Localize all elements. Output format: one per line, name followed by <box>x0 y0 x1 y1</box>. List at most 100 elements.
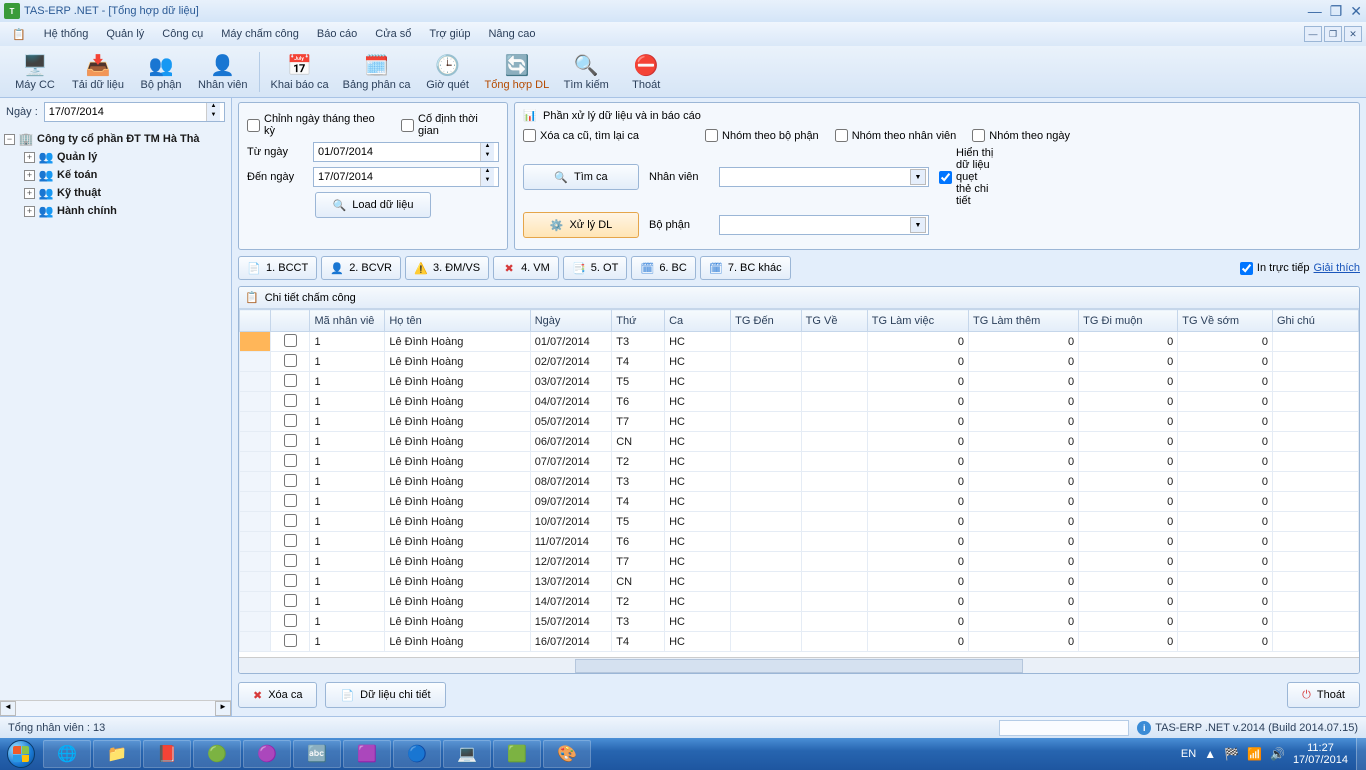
mdi-close-icon[interactable]: ✕ <box>1344 26 1362 42</box>
table-row[interactable]: 1Lê Đình Hoàng05/07/2014T7HC0000 <box>240 412 1359 432</box>
lang-indicator[interactable]: EN <box>1181 748 1196 760</box>
chk-kyngay[interactable]: Chỉnh ngày tháng theo kỳ <box>247 113 385 137</box>
table-row[interactable]: 1Lê Đình Hoàng06/07/2014CNHC0000 <box>240 432 1359 452</box>
expand-icon[interactable]: + <box>24 152 35 163</box>
tree-node-Kỹ thuật[interactable]: +👥Kỹ thuật <box>22 184 229 202</box>
toolbtn-Giờ quét[interactable]: 🕒Giờ quét <box>419 50 477 93</box>
thoat-button[interactable]: ⏻ Thoát <box>1287 682 1360 708</box>
toolbtn-Khai báo ca[interactable]: 📅Khai báo ca <box>265 50 335 93</box>
table-row[interactable]: 1Lê Đình Hoàng13/07/2014CNHC0000 <box>240 572 1359 592</box>
col-4[interactable]: Ngày <box>530 310 612 332</box>
taskbar-app[interactable]: 📕 <box>143 740 191 768</box>
minimize-icon[interactable]: — <box>1308 3 1322 20</box>
toolbtn-Tổng hợp DL[interactable]: 🔄Tổng hợp DL <box>479 50 556 93</box>
chi-tiet-button[interactable]: 📄 Dữ liệu chi tiết <box>325 682 445 708</box>
table-row[interactable]: 1Lê Đình Hoàng15/07/2014T3HC0000 <box>240 612 1359 632</box>
to-date-input[interactable]: 17/07/2014 ▲▼ <box>313 167 499 187</box>
row-checkbox[interactable] <box>284 574 297 587</box>
table-row[interactable]: 1Lê Đình Hoàng07/07/2014T2HC0000 <box>240 452 1359 472</box>
col-0[interactable] <box>240 310 271 332</box>
table-row[interactable]: 1Lê Đình Hoàng16/07/2014T4HC0000 <box>240 632 1359 652</box>
col-1[interactable] <box>270 310 310 332</box>
sidebar-hscroll[interactable]: ◄► <box>0 700 231 716</box>
tab-1. BCCT[interactable]: 📄1. BCCT <box>238 256 317 280</box>
taskbar-app[interactable]: 🟣 <box>243 740 291 768</box>
tab-6. BC[interactable]: 🗓6. BC <box>631 256 696 280</box>
chk-nhom-nv[interactable]: Nhóm theo nhân viên <box>835 129 957 142</box>
collapse-icon[interactable]: − <box>4 134 15 145</box>
toolbtn-Nhân viên[interactable]: 👤Nhân viên <box>192 50 254 93</box>
grid-hscrollbar[interactable] <box>239 657 1359 673</box>
xoa-ca-button[interactable]: ✖ Xóa ca <box>238 682 317 708</box>
row-checkbox[interactable] <box>284 614 297 627</box>
load-data-button[interactable]: 🔍 Load dữ liệu <box>315 192 431 218</box>
toolbtn-Bộ phận[interactable]: 👥Bộ phận <box>132 50 190 93</box>
tab-4. VM[interactable]: ✖4. VM <box>493 256 559 280</box>
table-row[interactable]: 1Lê Đình Hoàng09/07/2014T4HC0000 <box>240 492 1359 512</box>
table-row[interactable]: 1Lê Đình Hoàng08/07/2014T3HC0000 <box>240 472 1359 492</box>
tim-ca-button[interactable]: 🔍 Tìm ca <box>523 164 639 190</box>
col-7[interactable]: TG Đến <box>731 310 801 332</box>
row-checkbox[interactable] <box>284 634 297 647</box>
taskbar-app[interactable]: 🎨 <box>543 740 591 768</box>
menu-Trợ giúp[interactable]: Trợ giúp <box>421 25 478 43</box>
taskbar-app[interactable]: 🟩 <box>493 740 541 768</box>
col-12[interactable]: TG Về sớm <box>1178 310 1273 332</box>
chk-codinh[interactable]: Cố định thời gian <box>401 113 499 137</box>
nhan-vien-combo[interactable]: ▼ <box>719 167 929 187</box>
toolbtn-Thoát[interactable]: ⛔Thoát <box>617 50 675 93</box>
dropdown-icon[interactable]: ▼ <box>910 217 926 233</box>
dropdown-icon[interactable]: ▼ <box>910 169 926 185</box>
flag-icon[interactable]: 🏁 <box>1224 747 1239 761</box>
grid-scroll[interactable]: Mã nhân viêHọ tênNgàyThứCaTG ĐếnTG VềTG … <box>239 309 1359 657</box>
mdi-min-icon[interactable]: — <box>1304 26 1322 42</box>
tree-node-Kế toán[interactable]: +👥Kế toán <box>22 166 229 184</box>
spin-up-icon[interactable]: ▲ <box>206 103 220 112</box>
col-11[interactable]: TG Đi muộn <box>1079 310 1178 332</box>
chk-xoa-ca[interactable]: Xóa ca cũ, tìm lại ca <box>523 129 639 142</box>
menu-Công cụ[interactable]: Công cụ <box>154 25 211 43</box>
col-5[interactable]: Thứ <box>612 310 665 332</box>
table-row[interactable]: 1Lê Đình Hoàng14/07/2014T2HC0000 <box>240 592 1359 612</box>
menu-Hệ thống[interactable]: Hệ thống <box>36 25 97 43</box>
tray-up-icon[interactable]: ▲ <box>1204 747 1216 761</box>
row-checkbox[interactable] <box>284 334 297 347</box>
toolbtn-Máy CC[interactable]: 🖥️Máy CC <box>6 50 64 93</box>
chk-print[interactable]: In trực tiếp <box>1240 262 1310 275</box>
volume-icon[interactable]: 🔊 <box>1270 747 1285 761</box>
help-link[interactable]: Giải thích <box>1314 262 1360 274</box>
menu-Quản lý[interactable]: Quản lý <box>98 25 152 43</box>
col-9[interactable]: TG Làm việc <box>867 310 968 332</box>
chk-nhom-bp[interactable]: Nhóm theo bộ phận <box>705 129 819 142</box>
taskbar-app[interactable]: 🌐 <box>43 740 91 768</box>
row-checkbox[interactable] <box>284 434 297 447</box>
taskbar-app[interactable]: 📁 <box>93 740 141 768</box>
menu-Máy chấm công[interactable]: Máy chấm công <box>213 25 307 43</box>
row-checkbox[interactable] <box>284 474 297 487</box>
toolbtn-Bảng phân ca[interactable]: 🗓️Bảng phân ca <box>337 50 417 93</box>
tree-node-Quản lý[interactable]: +👥Quản lý <box>22 148 229 166</box>
close-icon[interactable]: ✕ <box>1350 3 1362 20</box>
col-13[interactable]: Ghi chú <box>1272 310 1358 332</box>
table-row[interactable]: 1Lê Đình Hoàng12/07/2014T7HC0000 <box>240 552 1359 572</box>
taskbar-app[interactable]: 🟪 <box>343 740 391 768</box>
toolbtn-Tải dữ liệu[interactable]: 📥Tải dữ liệu <box>66 50 130 93</box>
toolbtn-Tìm kiếm[interactable]: 🔍Tìm kiếm <box>557 50 615 93</box>
taskbar-app[interactable]: 🔵 <box>393 740 441 768</box>
expand-icon[interactable]: + <box>24 206 35 217</box>
expand-icon[interactable]: + <box>24 170 35 181</box>
row-checkbox[interactable] <box>284 494 297 507</box>
tree-node-Hành chính[interactable]: +👥Hành chính <box>22 202 229 220</box>
menu-system-icon[interactable]: 📋 <box>4 25 34 44</box>
row-checkbox[interactable] <box>284 354 297 367</box>
row-checkbox[interactable] <box>284 554 297 567</box>
row-checkbox[interactable] <box>284 394 297 407</box>
menu-Cửa sổ[interactable]: Cửa sổ <box>367 25 419 43</box>
table-row[interactable]: 1Lê Đình Hoàng03/07/2014T5HC0000 <box>240 372 1359 392</box>
taskbar-app[interactable]: 🟢 <box>193 740 241 768</box>
chk-hienthi[interactable]: Hiển thị dữ liệu quẹt thẻ chi tiết <box>939 147 995 207</box>
date-input[interactable]: 17/07/2014 ▲▼ <box>44 102 225 122</box>
bo-phan-combo[interactable]: ▼ <box>719 215 929 235</box>
table-row[interactable]: 1Lê Đình Hoàng11/07/2014T6HC0000 <box>240 532 1359 552</box>
xu-ly-button[interactable]: ⚙️ Xử lý DL <box>523 212 639 238</box>
